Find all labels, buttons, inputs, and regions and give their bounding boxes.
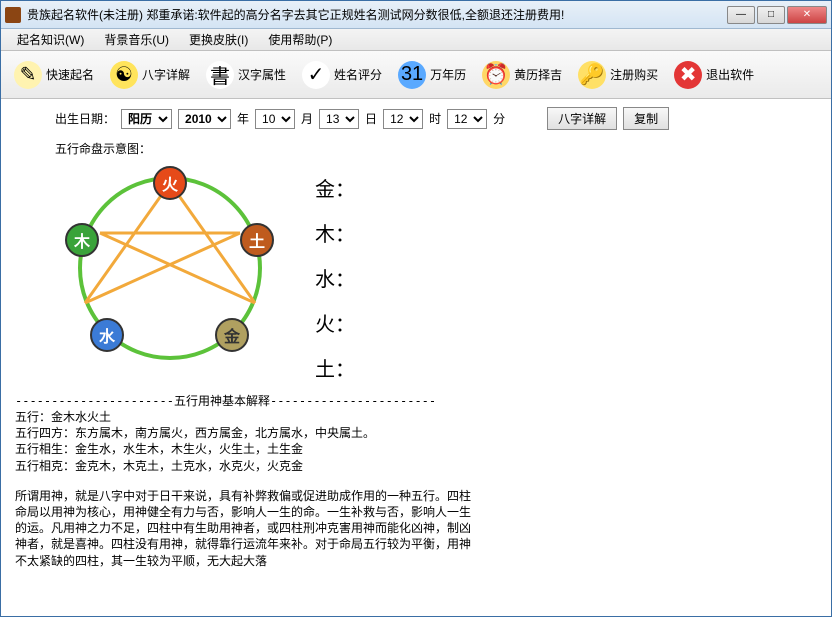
diagram-title: 五行命盘示意图： — [15, 140, 817, 157]
app-window: 贵族起名软件(未注册) 郑重承诺:软件起的高分名字去其它正规姓名测试网分数很低,… — [0, 0, 832, 617]
diagram-row: 火 土 金 水 木 金： 木： 水： 火： 土： — [15, 163, 817, 382]
app-icon — [5, 7, 21, 23]
menubar: 起名知识(W) 背景音乐(U) 更换皮肤(I) 使用帮助(P) — [1, 29, 831, 51]
node-wood: 木 — [65, 223, 99, 257]
day-suffix: 日 — [365, 110, 377, 127]
tool-label-4: 万年历 — [430, 66, 466, 83]
hour-suffix: 时 — [429, 110, 441, 127]
year-suffix: 年 — [237, 110, 249, 127]
tool-4[interactable]: 31万年历 — [391, 56, 473, 94]
menu-bgmusic[interactable]: 背景音乐(U) — [94, 29, 179, 50]
close-button[interactable]: ✕ — [787, 6, 827, 24]
tool-label-5: 黄历择吉 — [514, 66, 562, 83]
calendar-type-select[interactable]: 阳历 — [121, 109, 172, 129]
node-water: 水 — [90, 318, 124, 352]
minute-select[interactable]: 12 — [447, 109, 487, 129]
bazi-detail-button[interactable]: 八字详解 — [547, 107, 617, 130]
tool-icon-0: ✎ — [14, 61, 42, 89]
node-earth: 土 — [240, 223, 274, 257]
line-3: 五行相生：金生水，水生木，木生火，火生土，土生金 — [15, 441, 817, 457]
month-select[interactable]: 10 — [255, 109, 295, 129]
tool-0[interactable]: ✎快速起名 — [7, 56, 101, 94]
tool-7[interactable]: ✖退出软件 — [667, 56, 761, 94]
explanation-lines: 五行：金木水火土 五行四方：东方属木，南方属火，西方属金，北方属水，中央属土。 … — [15, 409, 817, 474]
node-fire: 火 — [153, 166, 187, 200]
divider: ----------------------五行用神基本解释----------… — [15, 392, 817, 409]
tool-label-6: 注册购买 — [610, 66, 658, 83]
tool-5[interactable]: ⏰黄历择吉 — [475, 56, 569, 94]
elements-summary: 金： 木： 水： 火： 土： — [315, 163, 355, 382]
window-controls: — □ ✕ — [727, 6, 827, 24]
tool-1[interactable]: ☯八字详解 — [103, 56, 197, 94]
hour-select[interactable]: 12 — [383, 109, 423, 129]
tool-icon-3: ✓ — [302, 61, 330, 89]
line-1: 五行：金木水火土 — [15, 409, 817, 425]
element-wood: 木： — [315, 218, 355, 247]
tool-icon-4: 31 — [398, 61, 426, 89]
element-fire: 火： — [315, 308, 355, 337]
titlebar: 贵族起名软件(未注册) 郑重承诺:软件起的高分名字去其它正规姓名测试网分数很低,… — [1, 1, 831, 29]
menu-help[interactable]: 使用帮助(P) — [258, 29, 342, 50]
month-suffix: 月 — [301, 110, 313, 127]
explanation-paragraph: 所谓用神，就是八字中对于日干来说，具有补弊救偏或促进助成作用的一种五行。四柱命局… — [15, 488, 475, 569]
copy-button[interactable]: 复制 — [623, 107, 669, 130]
maximize-button[interactable]: □ — [757, 6, 785, 24]
toolbar: ✎快速起名☯八字详解書汉字属性✓姓名评分31万年历⏰黄历择吉🔑注册购买✖退出软件 — [1, 51, 831, 99]
tool-icon-7: ✖ — [674, 61, 702, 89]
day-select[interactable]: 13 — [319, 109, 359, 129]
node-metal: 金 — [215, 318, 249, 352]
tool-label-0: 快速起名 — [46, 66, 94, 83]
window-title: 贵族起名软件(未注册) 郑重承诺:软件起的高分名字去其它正规姓名测试网分数很低,… — [27, 6, 727, 23]
minute-suffix: 分 — [493, 110, 505, 127]
tool-icon-1: ☯ — [110, 61, 138, 89]
element-water: 水： — [315, 263, 355, 292]
line-4: 五行相克：金克木，木克土，土克水，水克火，火克金 — [15, 458, 817, 474]
element-metal: 金： — [315, 173, 355, 202]
tool-label-3: 姓名评分 — [334, 66, 382, 83]
content-area: 出生日期： 阳历 2010 年 10 月 13 日 12 时 12 分 八字详解… — [1, 99, 831, 616]
wuxing-diagram: 火 土 金 水 木 — [55, 163, 285, 373]
tool-2[interactable]: 書汉字属性 — [199, 56, 293, 94]
birth-date-row: 出生日期： 阳历 2010 年 10 月 13 日 12 时 12 分 八字详解… — [15, 107, 817, 130]
tool-label-2: 汉字属性 — [238, 66, 286, 83]
year-select[interactable]: 2010 — [178, 109, 231, 129]
tool-label-7: 退出软件 — [706, 66, 754, 83]
tool-label-1: 八字详解 — [142, 66, 190, 83]
element-earth: 土： — [315, 353, 355, 382]
tool-icon-6: 🔑 — [578, 61, 606, 89]
tool-icon-5: ⏰ — [482, 61, 510, 89]
menu-knowledge[interactable]: 起名知识(W) — [7, 29, 94, 50]
tool-icon-2: 書 — [206, 61, 234, 89]
menu-skin[interactable]: 更换皮肤(I) — [179, 29, 258, 50]
birth-date-label: 出生日期： — [55, 110, 115, 127]
minimize-button[interactable]: — — [727, 6, 755, 24]
line-2: 五行四方：东方属木，南方属火，西方属金，北方属水，中央属土。 — [15, 425, 817, 441]
tool-3[interactable]: ✓姓名评分 — [295, 56, 389, 94]
tool-6[interactable]: 🔑注册购买 — [571, 56, 665, 94]
